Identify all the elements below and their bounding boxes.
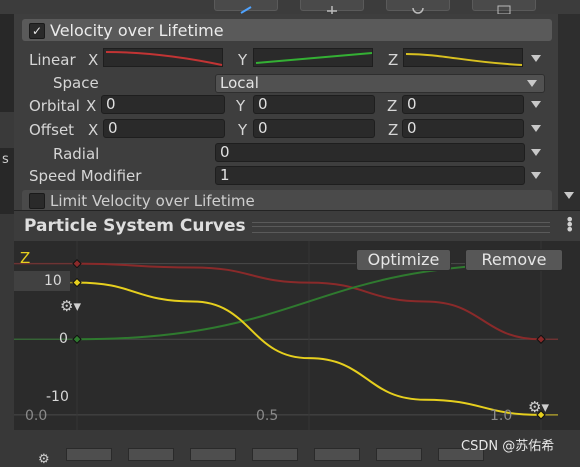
speed-modifier-label: Speed Modifier [29, 167, 142, 185]
shape-edit-button[interactable] [214, 0, 278, 14]
curve-preset[interactable] [66, 448, 112, 461]
offset-y-axis-label: Y [238, 121, 248, 139]
kebab-menu-icon[interactable]: ••• [565, 212, 574, 238]
orbital-z-field[interactable]: 0 [402, 95, 524, 114]
orbital-y-field[interactable]: 0 [253, 95, 375, 114]
orbital-x-field[interactable]: 0 [101, 95, 225, 114]
curve-keyframe[interactable] [72, 334, 82, 344]
curve-preset[interactable] [376, 448, 422, 461]
linear-x-curve-preview [105, 51, 223, 66]
gear-icon[interactable]: ⚙▾ [60, 297, 81, 315]
y-tick-label: -10 [46, 389, 69, 405]
velocity-over-lifetime-title: Velocity over Lifetime [50, 21, 224, 40]
linear-mode-dropdown-icon[interactable] [531, 55, 541, 62]
scale-tool-button[interactable] [472, 0, 536, 15]
offset-mode-dropdown-icon[interactable] [531, 125, 541, 132]
rotate-tool-button[interactable] [386, 0, 450, 14]
orbital-label: Orbital [29, 97, 80, 115]
move-tool-button[interactable] [300, 0, 364, 14]
radial-mode-dropdown-icon[interactable] [531, 149, 541, 156]
x-tick-label: 0.0 [25, 408, 48, 424]
curves-panel-title: Particle System Curves [24, 216, 246, 236]
axis-label-z: Z [20, 249, 31, 267]
orbital-z-axis-label: Z [387, 97, 398, 115]
offset-x-axis-label: X [88, 121, 99, 139]
x-tick-label: 1.0 [490, 408, 513, 424]
left-panel-s-glyph: s [2, 152, 9, 167]
curve-preset[interactable] [128, 448, 174, 461]
curve-keyframe[interactable] [536, 334, 546, 344]
limit-velocity-over-lifetime-title: Limit Velocity over Lifetime [50, 192, 255, 210]
optimize-button[interactable]: Optimize [356, 249, 451, 271]
preset-settings-gear-icon[interactable]: ⚙ [38, 452, 50, 467]
offset-x-field[interactable]: 0 [103, 119, 225, 138]
orbital-mode-dropdown-icon[interactable] [531, 101, 541, 108]
space-label: Space [53, 74, 99, 92]
linear-y-curve-preview [255, 52, 373, 64]
linear-z-axis-label: Z [388, 51, 399, 69]
space-dropdown-value: Local [220, 74, 259, 92]
curve-preset[interactable] [190, 448, 236, 461]
velocity-over-lifetime-checkbox[interactable]: ✓ [29, 23, 45, 39]
speed-modifier-field[interactable]: 1 [215, 166, 525, 185]
watermark: CSDN @苏佑希 [461, 439, 555, 454]
linear-z-curve-preview [405, 53, 523, 66]
space-dropdown[interactable]: Local [215, 74, 545, 93]
x-tick-label: 0.5 [256, 408, 279, 424]
checkmark-icon: ✓ [31, 24, 43, 38]
left-panel-tab[interactable] [0, 112, 14, 148]
offset-z-axis-label: Z [388, 121, 399, 139]
inspector-scrollbar[interactable] [558, 14, 580, 210]
curve-keyframe[interactable] [72, 258, 82, 269]
speed-modifier-mode-dropdown-icon[interactable] [531, 172, 541, 179]
radial-label: Radial [53, 145, 100, 163]
linear-z-curve-field[interactable] [403, 48, 523, 67]
limit-velocity-over-lifetime-checkbox[interactable] [29, 193, 45, 209]
linear-label: Linear [29, 51, 76, 69]
gear-icon[interactable]: ⚙▾ [528, 398, 549, 416]
radial-field[interactable]: 0 [215, 143, 525, 162]
y-tick-label: 10 [44, 273, 62, 289]
panel-drag-handle[interactable] [252, 222, 550, 233]
y-tick-label: 0 [59, 331, 68, 347]
offset-z-field[interactable]: 0 [402, 119, 524, 138]
linear-y-curve-field[interactable] [253, 48, 373, 67]
scroll-down-arrow-icon[interactable] [564, 192, 574, 199]
curve-preset[interactable] [314, 448, 360, 461]
curve-keyframe[interactable] [72, 277, 82, 288]
orbital-y-axis-label: Y [236, 97, 246, 115]
linear-x-curve-field[interactable] [103, 48, 223, 67]
offset-y-field[interactable]: 0 [253, 119, 375, 138]
linear-y-axis-label: Y [238, 51, 248, 69]
linear-x-axis-label: X [88, 51, 99, 69]
offset-label: Offset [29, 121, 75, 139]
remove-button[interactable]: Remove [465, 249, 563, 271]
curve-preset[interactable] [252, 448, 298, 461]
space-dropdown-arrow-icon [527, 80, 537, 87]
orbital-x-axis-label: X [86, 97, 97, 115]
